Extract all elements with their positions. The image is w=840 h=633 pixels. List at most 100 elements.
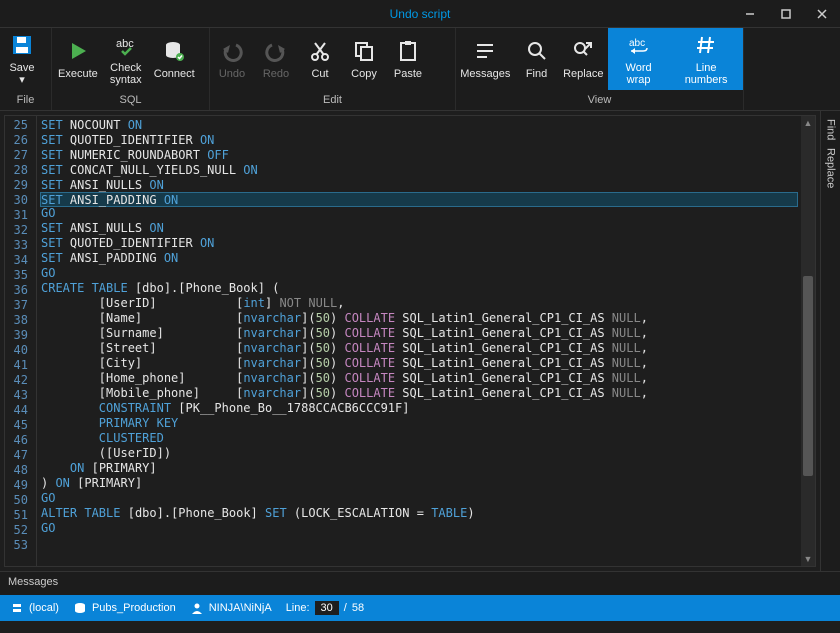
code-line[interactable]: [Mobile_phone] [nvarchar](50) COLLATE SQ…: [41, 386, 797, 401]
scroll-thumb[interactable]: [803, 276, 813, 476]
copy-icon: [351, 38, 377, 64]
save-icon: [9, 32, 35, 58]
messages-icon: [472, 38, 498, 64]
line-number: 43: [9, 388, 28, 403]
line-number: 44: [9, 403, 28, 418]
code-line[interactable]: SET QUOTED_IDENTIFIER ON: [41, 236, 797, 251]
ribbon-group-label: SQL: [52, 90, 210, 110]
code-line[interactable]: [UserID] [int] NOT NULL,: [41, 296, 797, 311]
messages-button[interactable]: Messages: [456, 28, 515, 90]
save-button[interactable]: Save ▾: [0, 28, 44, 90]
code-line[interactable]: [41, 536, 797, 551]
code-line[interactable]: ([UserID]): [41, 446, 797, 461]
code-line[interactable]: GO: [41, 206, 797, 221]
statusbar: (local) Pubs_Production NINJA\NiNjA Line…: [0, 595, 840, 621]
scroll-down-arrow[interactable]: ▼: [801, 552, 815, 566]
line-number: 40: [9, 343, 28, 358]
save-button-label: Save ▾: [9, 62, 34, 86]
line-number: 32: [9, 223, 28, 238]
close-button[interactable]: [804, 0, 840, 28]
status-server: (local): [10, 601, 59, 615]
code-line[interactable]: GO: [41, 491, 797, 506]
line-number: 26: [9, 133, 28, 148]
replace-button[interactable]: Replace: [559, 28, 608, 90]
code-area[interactable]: SET NOCOUNT ONSET QUOTED_IDENTIFIER ONSE…: [37, 116, 801, 566]
code-line[interactable]: CLUSTERED: [41, 431, 797, 446]
line-number: 30: [9, 193, 28, 208]
messages-panel-header[interactable]: Messages: [0, 571, 840, 595]
line-number: 41: [9, 358, 28, 373]
linenumbers-button[interactable]: Line numbers: [669, 28, 743, 90]
replace-tab[interactable]: Replace: [825, 148, 837, 188]
play-icon: [65, 38, 91, 64]
code-line[interactable]: SET ANSI_PADDING ON: [40, 192, 798, 207]
window-title: Undo script: [390, 7, 451, 21]
paste-icon: [395, 38, 421, 64]
undo-icon: [219, 38, 245, 64]
cut-icon: [307, 38, 333, 64]
ribbon-group-sql: ExecuteabcCheck syntax Connect: [52, 28, 210, 90]
replace-icon: [570, 38, 596, 64]
code-line[interactable]: ) ON [PRIMARY]: [41, 476, 797, 491]
titlebar: Undo script: [0, 0, 840, 28]
user-icon: [190, 601, 204, 615]
code-line[interactable]: [Home_phone] [nvarchar](50) COLLATE SQL_…: [41, 371, 797, 386]
code-line[interactable]: SET ANSI_NULLS ON: [41, 221, 797, 236]
code-line[interactable]: ALTER TABLE [dbo].[Phone_Book] SET (LOCK…: [41, 506, 797, 521]
find-button[interactable]: Find: [515, 28, 559, 90]
wordwrap-icon: abc: [626, 32, 652, 58]
execute-button[interactable]: Execute: [52, 28, 104, 90]
line-number: 25: [9, 118, 28, 133]
code-line[interactable]: CONSTRAINT [PK__Phone_Bo__1788CCACB6CCC9…: [41, 401, 797, 416]
code-line[interactable]: GO: [41, 266, 797, 281]
ribbon-group-edit: Undo Redo Cut Copy Paste: [210, 28, 456, 90]
line-number: 35: [9, 268, 28, 283]
code-line[interactable]: [City] [nvarchar](50) COLLATE SQL_Latin1…: [41, 356, 797, 371]
code-line[interactable]: SET QUOTED_IDENTIFIER ON: [41, 133, 797, 148]
ribbon-group-file: Save ▾: [0, 28, 52, 90]
maximize-button[interactable]: [768, 0, 804, 28]
paste-button-label: Paste: [394, 68, 422, 80]
code-line[interactable]: SET ANSI_NULLS ON: [41, 178, 797, 193]
ribbon-group-label: View: [456, 90, 744, 110]
connect-button-label: Connect: [154, 68, 195, 80]
wordwrap-button[interactable]: abcWord wrap: [608, 28, 669, 90]
line-number: 47: [9, 448, 28, 463]
connect-button[interactable]: Connect: [148, 28, 201, 90]
redo-button-label: Redo: [263, 68, 289, 80]
check-syntax-button[interactable]: abcCheck syntax: [104, 28, 148, 90]
find-tab[interactable]: Find: [825, 119, 837, 140]
line-number: 29: [9, 178, 28, 193]
cut-button[interactable]: Cut: [298, 28, 342, 90]
line-number: 28: [9, 163, 28, 178]
scroll-up-arrow[interactable]: ▲: [801, 116, 815, 130]
line-input[interactable]: 30: [315, 601, 339, 615]
replace-button-label: Replace: [563, 68, 603, 80]
code-line[interactable]: [Street] [nvarchar](50) COLLATE SQL_Lati…: [41, 341, 797, 356]
line-number: 27: [9, 148, 28, 163]
code-line[interactable]: [Surname] [nvarchar](50) COLLATE SQL_Lat…: [41, 326, 797, 341]
db-conn-icon: [161, 38, 187, 64]
line-number: 53: [9, 538, 28, 553]
line-number: 45: [9, 418, 28, 433]
code-line[interactable]: ON [PRIMARY]: [41, 461, 797, 476]
cut-button-label: Cut: [311, 68, 328, 80]
code-editor[interactable]: 2526272829303132333435363738394041424344…: [4, 115, 816, 567]
code-line[interactable]: GO: [41, 521, 797, 536]
code-line[interactable]: SET NUMERIC_ROUNDABORT OFF: [41, 148, 797, 163]
status-line: Line: 30 / 58: [286, 601, 364, 615]
minimize-button[interactable]: [732, 0, 768, 28]
code-line[interactable]: CREATE TABLE [dbo].[Phone_Book] (: [41, 281, 797, 296]
undo-button: Undo: [210, 28, 254, 90]
vertical-scrollbar[interactable]: ▲ ▼: [801, 116, 815, 566]
copy-button[interactable]: Copy: [342, 28, 386, 90]
code-line[interactable]: PRIMARY KEY: [41, 416, 797, 431]
ribbon-group-label: File: [0, 90, 52, 110]
code-line[interactable]: SET NOCOUNT ON: [41, 118, 797, 133]
code-line[interactable]: [Name] [nvarchar](50) COLLATE SQL_Latin1…: [41, 311, 797, 326]
svg-text:abc: abc: [629, 38, 645, 49]
code-line[interactable]: SET ANSI_PADDING ON: [41, 251, 797, 266]
hash-icon: [693, 32, 719, 58]
paste-button[interactable]: Paste: [386, 28, 430, 90]
code-line[interactable]: SET CONCAT_NULL_YIELDS_NULL ON: [41, 163, 797, 178]
